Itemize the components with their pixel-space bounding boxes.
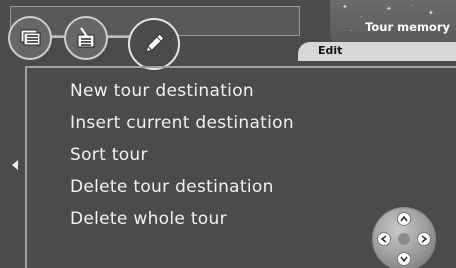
tab-insert-button[interactable] [64, 16, 108, 60]
menu-item-new-tour-destination[interactable]: New tour destination [70, 80, 294, 112]
star-icon: ✦ [386, 5, 392, 13]
down-arrow-icon [400, 256, 408, 262]
menu-list: New tour destination Insert current dest… [70, 80, 294, 240]
insert-icon [77, 27, 95, 48]
left-arrow-icon[interactable] [12, 160, 18, 170]
joystick-navigator[interactable] [373, 208, 435, 268]
menu-item-delete-whole-tour[interactable]: Delete whole tour [70, 208, 294, 240]
star-icon: ✦ [342, 3, 348, 11]
tab-edit-button[interactable] [128, 18, 180, 70]
page-title: Tour memory [365, 20, 450, 34]
star-icon: · [350, 27, 353, 35]
up-arrow-icon [400, 216, 408, 222]
right-arrow-icon [421, 235, 427, 243]
menu-item-sort-tour[interactable]: Sort tour [70, 144, 294, 176]
title-badge: ✦ · ✦ · ✦ · Tour memory [330, 0, 456, 46]
screen: ✦ · ✦ · ✦ · Tour memory Edit New tour de… [0, 0, 456, 268]
active-tab-label: Edit [318, 44, 343, 57]
star-icon: · [410, 2, 413, 10]
menu-item-delete-tour-destination[interactable]: Delete tour destination [70, 176, 294, 208]
star-icon: ✦ [428, 9, 434, 17]
pencil-icon [145, 33, 165, 53]
joystick-down-button[interactable] [397, 252, 411, 266]
left-arrow-icon [381, 235, 387, 243]
joystick-right-button[interactable] [417, 232, 431, 246]
tab-list-button[interactable] [8, 16, 52, 60]
star-icon: · [360, 13, 363, 21]
menu-item-insert-current-destination[interactable]: Insert current destination [70, 112, 294, 144]
list-icon [20, 29, 41, 46]
joystick-center [398, 233, 410, 245]
active-tab-strip: Edit [298, 42, 456, 61]
joystick-up-button[interactable] [397, 212, 411, 226]
joystick-left-button[interactable] [377, 232, 391, 246]
